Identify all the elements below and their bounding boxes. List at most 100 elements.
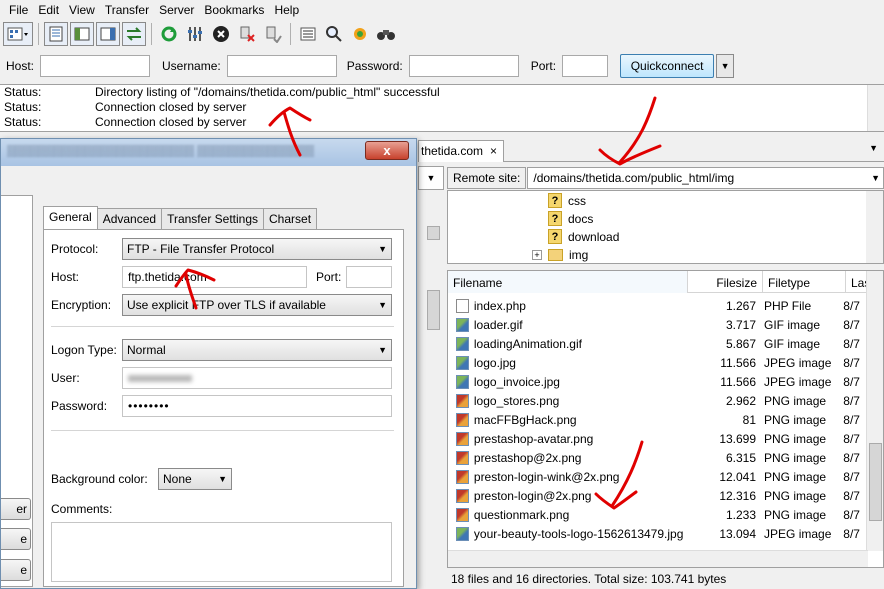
file-name: preston-login@2x.png [473, 488, 592, 503]
tree-node-download[interactable]: ? download [548, 227, 619, 246]
comments-label: Comments: [51, 502, 113, 516]
scroll-thumb[interactable] [427, 290, 440, 330]
file-list-status: 18 files and 16 directories. Total size:… [447, 569, 884, 589]
host-input[interactable] [40, 55, 151, 77]
table-row[interactable]: questionmark.png 1.233 PNG image 8/7 [448, 505, 868, 524]
tab-transfer-settings[interactable]: Transfer Settings [161, 208, 265, 229]
table-row[interactable]: prestashop-avatar.png 13.699 PNG image 8/7 [448, 429, 868, 448]
divider [51, 326, 394, 327]
expand-icon[interactable]: + [532, 249, 542, 260]
table-row[interactable]: loadingAnimation.gif 5.867 GIF image 8/7 [448, 334, 868, 353]
scroll-thumb[interactable] [427, 226, 440, 240]
quickconnect-bar: Host: Username: Password: Port: Quickcon… [0, 50, 884, 82]
tab-list-icon[interactable]: ▼ [869, 143, 878, 153]
column-filename[interactable]: Filename [448, 271, 688, 293]
dialog-close-button[interactable]: x [365, 141, 409, 160]
encryption-label: Encryption: [51, 298, 112, 312]
disconnect-icon[interactable] [235, 22, 259, 46]
background-color-select[interactable]: None ▼ [158, 468, 232, 490]
file-size: 12.041 [719, 469, 757, 484]
menu-bookmarks[interactable]: Bookmarks [199, 3, 269, 17]
menu-server[interactable]: Server [154, 3, 199, 17]
refresh-icon[interactable] [157, 22, 181, 46]
menu-help[interactable]: Help [269, 3, 304, 17]
table-row[interactable]: logo_stores.png 2.962 PNG image 8/7 [448, 391, 868, 410]
tab-advanced[interactable]: Advanced [96, 208, 163, 229]
remote-tree-icon[interactable] [96, 21, 120, 46]
tree-node-img[interactable]: + img [532, 245, 588, 264]
menu-view[interactable]: View [64, 3, 100, 17]
file-list-vscrollbar[interactable] [866, 271, 883, 551]
tab-thetida[interactable]: thetida.com × [418, 140, 504, 162]
question-folder-icon: ? [548, 193, 562, 208]
table-row[interactable]: index.php 1.267 PHP File 8/7 [448, 296, 868, 315]
chevron-down-icon[interactable]: ▼ [871, 168, 880, 188]
site-side-button-2[interactable]: e [1, 528, 31, 550]
host-field[interactable]: ftp.thetida.com [122, 266, 307, 288]
column-filesize[interactable]: Filesize [688, 271, 763, 293]
password-input[interactable] [408, 55, 519, 77]
user-field[interactable] [122, 367, 392, 389]
column-last-modified[interactable]: Las [846, 271, 868, 293]
filter-icon[interactable] [296, 22, 320, 46]
tree-node-docs[interactable]: ? docs [548, 209, 593, 228]
close-icon[interactable]: × [490, 141, 497, 162]
encryption-select[interactable]: Use explicit FTP over TLS if available ▼ [122, 294, 392, 316]
local-tree-icon[interactable] [70, 21, 94, 46]
protocol-select[interactable]: FTP - File Transfer Protocol ▼ [122, 238, 392, 260]
table-row[interactable]: preston-login-wink@2x.png 12.041 PNG image… [448, 467, 868, 486]
dialog-title-blurred: ▒▒▒▒▒▒▒▒▒▒▒▒▒▒▒▒▒▒▒▒▒▒▒▒ ▒▒▒▒▒▒▒▒▒▒▒▒▒▒▒ [7, 145, 315, 157]
table-row[interactable]: prestashop@2x.png 6.315 PNG image 8/7 [448, 448, 868, 467]
image-file-icon [456, 336, 469, 351]
sync-browse-icon[interactable] [348, 22, 372, 46]
tab-charset[interactable]: Charset [263, 208, 318, 229]
menu-transfer[interactable]: Transfer [100, 3, 154, 17]
comments-textarea[interactable] [51, 522, 392, 582]
tree-scrollbar[interactable] [866, 191, 883, 263]
username-input[interactable] [226, 55, 337, 77]
table-row[interactable]: logo.jpg 11.566 JPEG image 8/7 [448, 353, 868, 372]
chevron-down-icon: ▼ [218, 474, 227, 484]
remote-path-input[interactable]: /domains/thetida.com/public_html/img ▼ [527, 167, 884, 189]
log-scrollbar[interactable] [867, 85, 884, 131]
file-date: 8/7 [843, 526, 860, 541]
file-size: 81 [742, 412, 757, 427]
dialog-titlebar[interactable]: ▒▒▒▒▒▒▒▒▒▒▒▒▒▒▒▒▒▒▒▒▒▒▒▒ ▒▒▒▒▒▒▒▒▒▒▒▒▒▒▒… [1, 139, 416, 166]
logon-type-select[interactable]: Normal ▼ [122, 339, 392, 361]
cancel-icon[interactable] [209, 22, 233, 46]
column-filetype[interactable]: Filetype [763, 271, 846, 293]
local-list-scrollbar[interactable] [425, 270, 442, 570]
menu-file[interactable]: File [4, 3, 33, 17]
file-date: 8/7 [843, 298, 860, 313]
table-row[interactable]: macFFBgHack.png 81 PNG image 8/7 [448, 410, 868, 429]
transfer-queue-icon[interactable] [122, 21, 146, 46]
search-binoculars-icon[interactable] [374, 22, 398, 46]
reconnect-icon[interactable] [261, 22, 285, 46]
quickconnect-dropdown[interactable]: ▼ [716, 54, 735, 78]
quickconnect-button[interactable]: Quickconnect [620, 54, 715, 78]
table-row[interactable]: logo_invoice.jpg 11.566 JPEG image 8/7 [448, 372, 868, 391]
local-site-dropdown[interactable]: ▼ [418, 166, 444, 190]
scroll-thumb[interactable] [869, 443, 882, 521]
table-row[interactable]: preston-login@2x.png 12.316 PNG image 8/7 [448, 486, 868, 505]
password-field[interactable]: •••••••• [122, 395, 392, 417]
tab-general[interactable]: General [43, 206, 98, 229]
table-row[interactable]: your-beauty-tools-logo-1562613479.jpg 13.… [448, 524, 868, 543]
file-date: 8/7 [843, 507, 860, 522]
file-size: 12.316 [719, 488, 757, 503]
tree-node-css[interactable]: ? css [548, 191, 586, 210]
port-field[interactable] [346, 266, 392, 288]
site-side-button-1[interactable]: er [1, 498, 31, 520]
message-log-icon[interactable] [44, 21, 68, 46]
toolbar-separator [151, 22, 152, 45]
site-manager-icon[interactable] [3, 21, 33, 46]
site-side-button-3[interactable]: e [1, 559, 31, 581]
folder-icon [548, 248, 563, 261]
port-input[interactable] [562, 55, 609, 77]
menu-edit[interactable]: Edit [33, 3, 64, 17]
table-row[interactable]: loader.gif 3.717 GIF image 8/7 [448, 315, 868, 334]
process-queue-icon[interactable] [183, 22, 207, 46]
local-tree-scrollbar[interactable] [425, 196, 442, 256]
compare-icon[interactable] [322, 22, 346, 46]
file-list-hscrollbar[interactable] [448, 550, 868, 567]
